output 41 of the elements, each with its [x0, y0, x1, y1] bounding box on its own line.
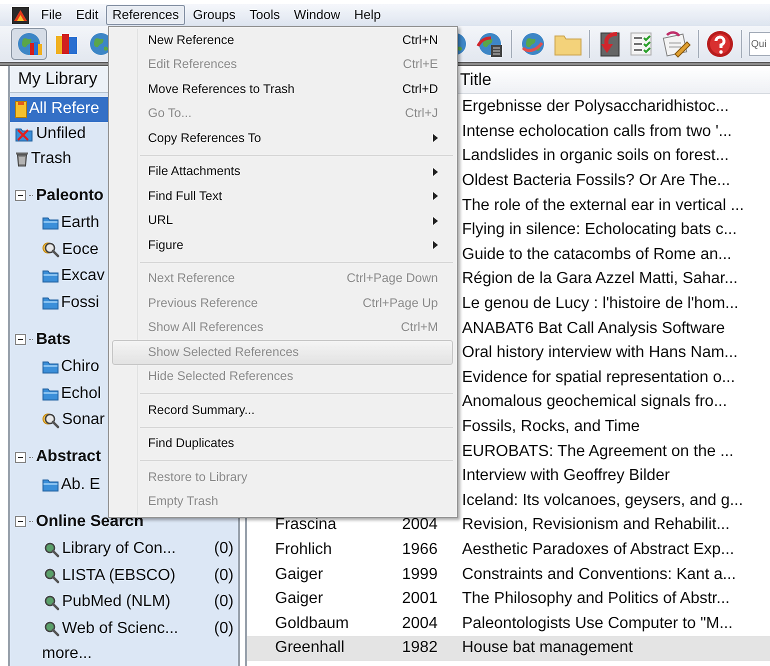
title-cell-text: Fossils, Rocks, and Time	[461, 417, 640, 438]
year-cell-text: 2001	[402, 589, 439, 610]
author-cell-text: Frascina	[274, 515, 338, 536]
title-cell-text: The Philosophy and Politics of Abstr...	[461, 589, 730, 610]
author-cell-text: Greenhall	[274, 638, 346, 658]
shortcut-text: Ctrl+Page Up	[362, 294, 438, 312]
author-cell-text: Gaiger	[274, 589, 324, 610]
title-cell-text: Interview with Geoffrey Bilder	[461, 466, 670, 486]
title-cell-text: The role of the external ear in vertical ...	[461, 196, 744, 216]
shortcut-text: Ctrl+J	[405, 105, 438, 122]
year-cell-text: 1999	[402, 564, 439, 585]
year-cell-text: 2004	[402, 614, 439, 634]
title-cell-text: Constraints and Conventions: Kant a...	[461, 564, 736, 585]
result-count: (0)	[214, 618, 234, 639]
result-count: (0)	[214, 539, 234, 560]
title-cell-text: EUROBATS: The Agreement on the ...	[461, 442, 734, 462]
library-item-label: All Refere	[29, 99, 100, 120]
title-cell-text: Oldest Bacteria Fossils? Or Are The...	[461, 171, 730, 192]
library-item-label: Trash	[31, 149, 72, 170]
title-cell-text: Aesthetic Paradoxes of Abstract Exp...	[461, 540, 734, 560]
title-cell-text: Revision, Revisionism and Rehabilit...	[461, 515, 730, 536]
title-cell-text: Landslides in organic soils on forest...	[461, 146, 729, 166]
shortcut-text: Ctrl+Page Down	[346, 270, 438, 288]
author-cell-text: Goldbaum	[274, 614, 350, 634]
year-cell-text: 1966	[402, 540, 439, 560]
author-cell-text: Frohlich	[274, 540, 333, 560]
library-item-label: Unfiled	[36, 124, 86, 144]
title-cell-text: Guide to the catacombs of Rome an...	[461, 244, 732, 265]
author-cell-text: Gaiger	[274, 564, 324, 585]
shortcut-text: Ctrl+E	[402, 56, 438, 74]
result-count: (0)	[214, 592, 234, 612]
shortcut-text: Ctrl+D	[402, 80, 438, 98]
shortcut-text: Ctrl+N	[402, 32, 438, 49]
shortcut-text: Ctrl+M	[400, 319, 438, 336]
title-cell-text: Paleontologists Use Computer to "M...	[461, 614, 733, 634]
title-cell-text: House bat management	[461, 638, 633, 658]
title-cell-text: Flying in silence: Echolocating bats c...	[461, 220, 737, 240]
year-cell-text: 1982	[402, 638, 439, 658]
year-cell-text: 2004	[402, 515, 439, 536]
result-count: (0)	[214, 566, 234, 586]
title-cell-text: Iceland: Its volcanoes, geysers, and g...	[461, 490, 744, 511]
